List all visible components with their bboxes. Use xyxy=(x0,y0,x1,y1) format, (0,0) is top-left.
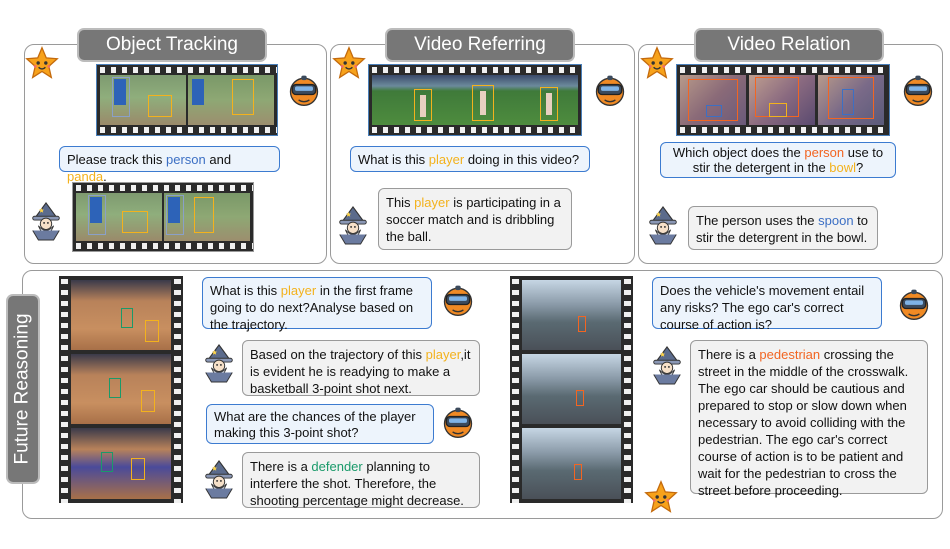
referring-question: What is this player doing in this video? xyxy=(350,146,590,172)
wizard-icon xyxy=(648,344,686,386)
driving-question: Does the vehicle's movement entail any r… xyxy=(652,277,882,332)
referring-video-strip xyxy=(368,64,582,136)
video-frame xyxy=(372,75,578,125)
video-frame xyxy=(164,193,250,241)
video-referring-title: Video Referring xyxy=(387,30,573,60)
tracking-answer-video-strip xyxy=(72,182,254,252)
video-frame xyxy=(76,193,162,241)
star-icon xyxy=(25,46,59,80)
basketball-video-strip xyxy=(59,276,183,503)
star-icon xyxy=(332,46,366,80)
video-relation-title: Video Relation xyxy=(696,30,882,60)
video-frame xyxy=(522,428,621,499)
tracking-question: Please track this person and panda. xyxy=(59,146,280,184)
vr-headset-robot-icon xyxy=(440,282,476,318)
video-frame xyxy=(188,75,274,125)
video-frame xyxy=(818,75,884,125)
wizard-icon xyxy=(200,342,238,384)
wizard-icon xyxy=(200,458,238,500)
future-reasoning-title: Future Reasoning xyxy=(8,296,38,482)
wizard-icon xyxy=(644,204,682,246)
basketball-question-1: What is this player in the first frame g… xyxy=(202,277,432,332)
referring-answer: This player is participating in a soccer… xyxy=(378,188,572,250)
star-icon xyxy=(644,480,678,514)
video-frame xyxy=(71,280,171,350)
video-frame xyxy=(522,354,621,424)
video-frame xyxy=(522,280,621,350)
object-tracking-title: Object Tracking xyxy=(79,30,265,60)
wizard-icon xyxy=(27,200,65,242)
relation-answer: The person uses the spoon to stir the de… xyxy=(688,206,878,250)
video-frame xyxy=(680,75,746,125)
basketball-answer-2: There is a defender planning to interfer… xyxy=(242,452,480,508)
vr-headset-robot-icon xyxy=(900,72,936,108)
basketball-answer-1: Based on the trajectory of this player,i… xyxy=(242,340,480,396)
tracking-video-strip xyxy=(96,64,278,136)
video-frame xyxy=(100,75,186,125)
vr-headset-robot-icon xyxy=(592,72,628,108)
wizard-icon xyxy=(334,204,372,246)
video-frame xyxy=(71,428,171,499)
video-frame xyxy=(749,75,815,125)
video-frame xyxy=(71,354,171,424)
vr-headset-robot-icon xyxy=(440,404,476,440)
star-icon xyxy=(640,46,674,80)
vr-headset-robot-icon xyxy=(286,72,322,108)
relation-question: Which object does the person use to stir… xyxy=(660,142,896,178)
driving-video-strip xyxy=(510,276,633,503)
relation-video-strip xyxy=(676,64,890,136)
basketball-question-2: What are the chances of the player makin… xyxy=(206,404,434,444)
driving-answer: There is a pedestrian crossing the stree… xyxy=(690,340,928,498)
vr-headset-robot-icon xyxy=(896,286,932,322)
